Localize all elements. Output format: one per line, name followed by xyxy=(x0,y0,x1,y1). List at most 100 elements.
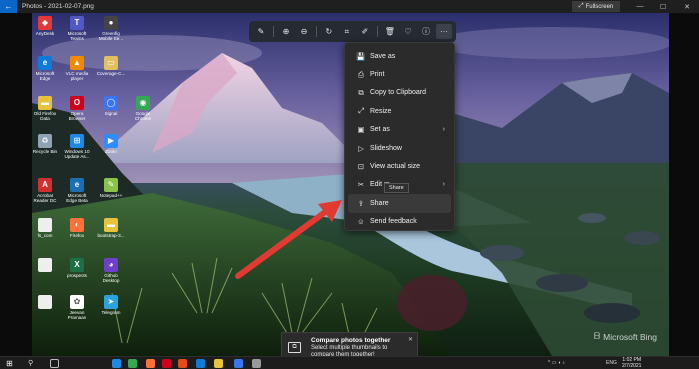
menu-item-print[interactable]: ⎙ Print xyxy=(345,65,454,83)
desktop-icon-label: Microsoft Edge Beta xyxy=(66,193,88,204)
desktop-icon-label: AnyDesk xyxy=(35,31,55,36)
menu-item-save-as[interactable]: 💾 Save as xyxy=(345,47,454,65)
desktop-icon[interactable]: e Microsoft Edge xyxy=(30,56,60,82)
menu-item-label: Print xyxy=(370,71,385,79)
taskbar-settings-icon[interactable] xyxy=(252,359,261,368)
menu-item-resize[interactable]: ⤢ Resize xyxy=(345,102,454,120)
zoom-in-icon[interactable]: ⊕ xyxy=(278,24,294,39)
menu-item-share[interactable]: ⇪ Share xyxy=(348,194,451,213)
markup-icon[interactable]: ✐ xyxy=(357,24,373,39)
desktop-icon-label: Windows 10 Update As... xyxy=(64,149,90,160)
delete-icon[interactable]: 🗑 xyxy=(382,24,398,39)
desktop-icon-label: Firefox xyxy=(69,233,85,238)
crop-icon[interactable]: ⌗ xyxy=(339,24,355,39)
fullscreen-button[interactable]: ⤢ Fullscreen xyxy=(572,1,620,12)
desktop-icon[interactable]: ◯ Signal xyxy=(96,96,126,116)
back-button[interactable]: ← xyxy=(0,0,17,13)
desktop-icon-label: Github Desktop xyxy=(102,273,120,284)
desktop-icon-image: T xyxy=(70,16,84,30)
chevron-right-icon: › xyxy=(442,181,445,189)
menu-item-copy-to-clipboard[interactable]: ⧉ Copy to Clipboard xyxy=(345,84,454,102)
minimize-button[interactable]: — xyxy=(629,0,651,13)
desktop-icon[interactable]: ✎ Notepad++ xyxy=(96,178,126,198)
menu-item-icon: ☺ xyxy=(357,217,365,227)
menu-item-icon: ⎙ xyxy=(358,69,364,79)
desktop-icon-image: A xyxy=(38,178,52,192)
desktop-icon-image: ◉ xyxy=(136,96,150,110)
desktop-icon-label: Signal xyxy=(104,111,118,116)
close-button[interactable]: ✕ xyxy=(676,0,698,13)
desktop-icon[interactable]: ▬ Old Firefox Data xyxy=(30,96,60,122)
expand-icon: ⤢ xyxy=(578,3,584,9)
taskbar-start-icon[interactable]: ⊞ xyxy=(6,359,15,368)
desktop-icon-image: ◐ xyxy=(70,218,84,232)
notification-close-button[interactable]: ✕ xyxy=(408,336,413,343)
menu-item-view-actual-size[interactable]: ⊡ View actual size xyxy=(345,157,454,175)
system-tray-icons[interactable]: ^ ▭ ◖ ♪ xyxy=(548,360,565,366)
desktop-icon[interactable]: ◉ Google Chrome xyxy=(128,96,158,122)
taskbar-mail-icon[interactable] xyxy=(196,359,205,368)
taskbar-chrome-icon[interactable] xyxy=(128,359,137,368)
fullscreen-label: Fullscreen xyxy=(585,3,614,10)
taskbar-office-icon[interactable] xyxy=(178,359,187,368)
desktop-icon[interactable]: ➤ Telegram xyxy=(96,295,126,315)
desktop-icon[interactable]: ◆ AnyDesk xyxy=(30,16,60,36)
letterbox-right xyxy=(669,13,699,356)
menu-item-label: View actual size xyxy=(370,163,421,171)
menu-item-icon: ⧉ xyxy=(358,87,364,97)
desktop-icon[interactable]: Xprospects xyxy=(62,258,92,278)
desktop-icon-image: ➤ xyxy=(104,295,118,309)
more-icon[interactable]: ··· xyxy=(435,24,452,39)
menu-item-set-as[interactable]: ▣ Set as › xyxy=(345,121,454,139)
menu-item-icon: 💾 xyxy=(356,51,366,61)
desktop-icon[interactable]: T Microsoft Teams xyxy=(62,16,92,42)
bing-watermark-text: Microsoft Bing xyxy=(603,331,657,342)
desktop-icon[interactable]: ● Greenfig Mobile Se... xyxy=(96,16,126,42)
taskbar-edge-icon[interactable] xyxy=(112,359,121,368)
desktop-icon-image: ▭ xyxy=(104,56,118,70)
zoom-out-icon[interactable]: ⊖ xyxy=(296,24,312,39)
taskbar-opera-icon[interactable] xyxy=(162,359,171,368)
taskbar-photos-icon[interactable] xyxy=(234,359,243,368)
desktop-icon[interactable]: A Acrobat Reader DC xyxy=(30,178,60,204)
menu-item-slideshow[interactable]: ▷ Slideshow xyxy=(345,139,454,157)
rotate-icon[interactable]: ↻ xyxy=(321,24,337,39)
taskbar-task-view-icon[interactable] xyxy=(50,359,59,368)
desktop-icon[interactable]: ◐ Firefox xyxy=(62,218,92,238)
menu-item-icon: ⊡ xyxy=(357,162,365,172)
desktop-icon-image: X xyxy=(70,258,84,272)
desktop-icon[interactable]: O Opera Browser xyxy=(62,96,92,122)
edit-image-icon[interactable]: ✎ xyxy=(253,24,269,39)
desktop-icon[interactable]: ♻ Recycle Bin xyxy=(30,134,60,154)
bing-watermark: ᗷ Microsoft Bing xyxy=(594,331,657,342)
bing-logo-icon: ᗷ xyxy=(594,331,601,341)
taskbar-clock[interactable]: 1:02 PM 2/7/2021 xyxy=(622,357,641,369)
desktop-icon[interactable]: ◕ Github Desktop xyxy=(96,258,126,284)
language-indicator[interactable]: ENG xyxy=(606,360,617,366)
toolbar-separator xyxy=(376,26,378,37)
taskbar-search-icon[interactable]: ⚲ xyxy=(28,359,37,368)
desktop-icon[interactable] xyxy=(30,258,60,273)
info-icon[interactable]: ⓘ xyxy=(418,24,434,39)
toolbar-separator xyxy=(315,26,317,37)
menu-item-label: Send feedback xyxy=(370,218,417,226)
desktop-icon[interactable] xyxy=(30,295,60,310)
desktop-icon[interactable]: ▶ Zoom xyxy=(96,134,126,154)
desktop-icon-label: Zoom xyxy=(105,149,117,154)
desktop-icon[interactable]: fs_com xyxy=(30,218,60,238)
desktop-icon[interactable]: ⊞ Windows 10 Update As... xyxy=(62,134,92,160)
desktop-icon[interactable]: e Microsoft Edge Beta xyxy=(62,178,92,204)
desktop-icon-label: Google Chrome xyxy=(134,111,152,122)
desktop-icon-label: Acrobat Reader DC xyxy=(33,193,57,204)
menu-item-send-feedback[interactable]: ☺ Send feedback xyxy=(345,213,454,231)
menu-item-icon: ▷ xyxy=(358,143,364,153)
desktop-icon[interactable]: ▭ Coverage-C... xyxy=(96,56,126,76)
desktop-icon-label: Telegram xyxy=(101,310,121,315)
favorite-icon[interactable]: ♡ xyxy=(400,24,416,39)
taskbar-explorer-icon[interactable] xyxy=(214,359,223,368)
desktop-icon[interactable]: ▲ VLC media player xyxy=(62,56,92,82)
maximize-button[interactable]: ☐ xyxy=(652,0,674,13)
desktop-icon[interactable]: ✿ Jeevan Pramaan xyxy=(62,295,92,321)
desktop-icon[interactable]: ▬ bootstrap-3... xyxy=(96,218,126,238)
taskbar-firefox-icon[interactable] xyxy=(146,359,155,368)
